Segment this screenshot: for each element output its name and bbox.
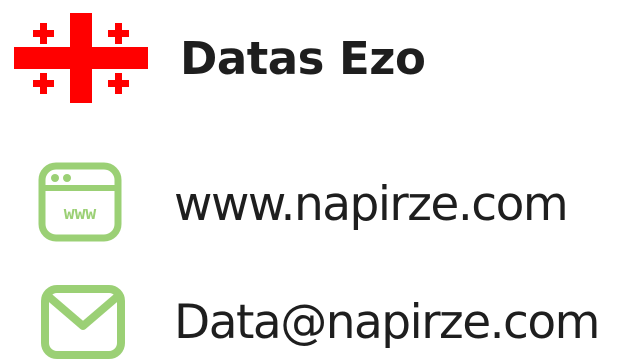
georgian-flag-icon [14,13,148,103]
header: Datas Ezo [14,12,426,104]
website-row[interactable]: www www.napirze.com [38,162,569,246]
browser-www-icon: www [38,162,122,242]
www-icon-label: www [64,203,97,224]
email-link[interactable]: Data@napirze.com [174,299,600,346]
envelope-icon [41,285,125,359]
email-row[interactable]: Data@napirze.com [40,284,600,360]
brand-name: Datas Ezo [180,31,426,85]
website-link[interactable]: www.napirze.com [174,181,569,228]
